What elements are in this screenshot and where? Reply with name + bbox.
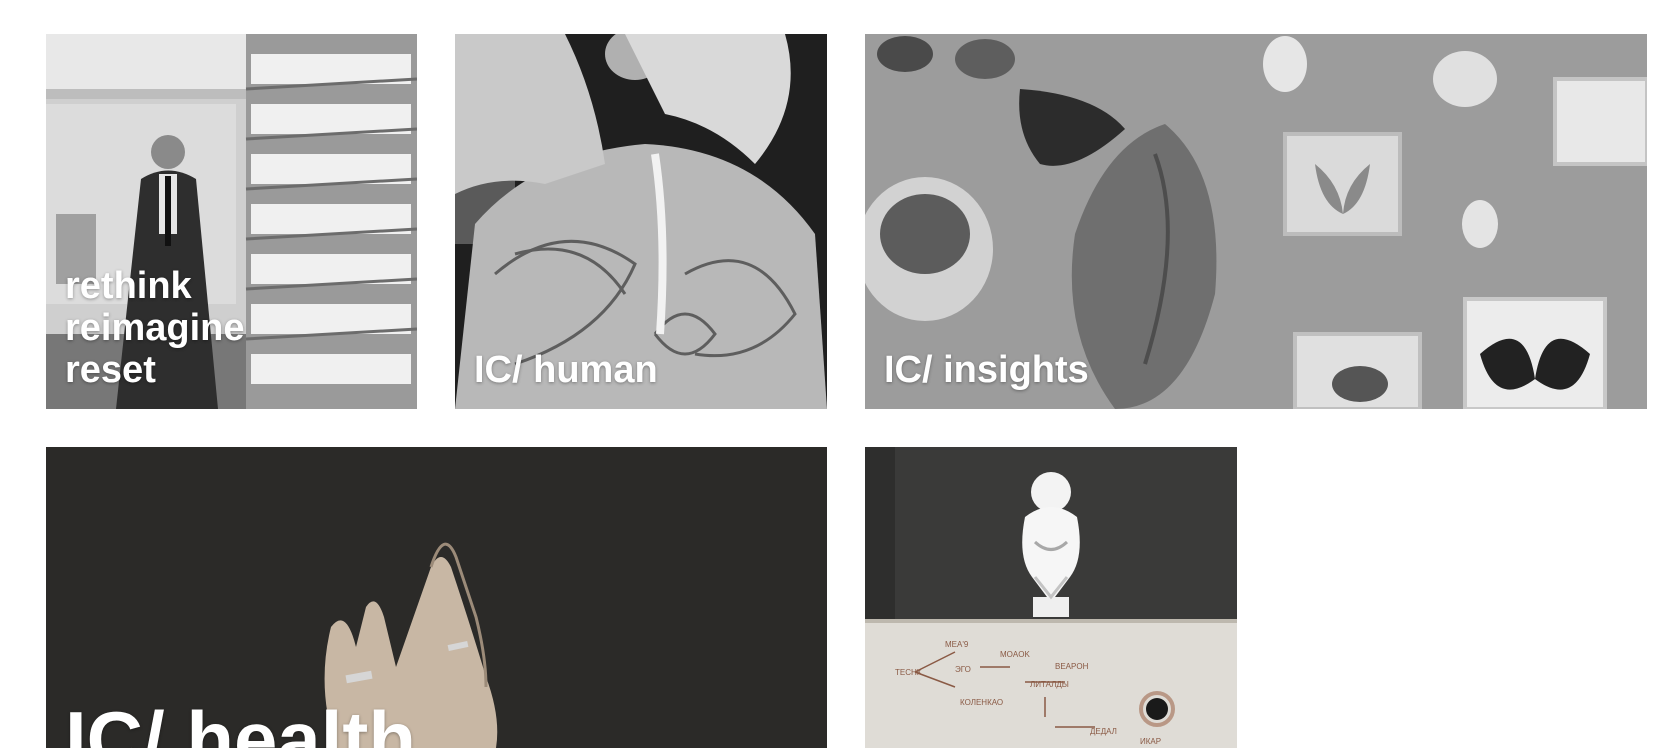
tile-rethink-caption: rethink reimagine reset bbox=[65, 265, 245, 391]
svg-text:ЭГО: ЭГО bbox=[955, 665, 971, 674]
tile-human[interactable]: IC/ human bbox=[455, 34, 827, 409]
tile-rethink[interactable]: rethink reimagine reset bbox=[46, 34, 417, 409]
svg-text:TECHK: TECHK bbox=[895, 668, 923, 677]
tile-human-caption: IC/ human bbox=[474, 349, 658, 391]
tile-health[interactable]: IC/ health bbox=[46, 447, 827, 748]
caption-line: rethink bbox=[65, 265, 192, 307]
tile-sculpture[interactable]: TECHK MEA'9 ЭГО MOAOK BEAPOH ЛИТАЛДЫ КОЛ… bbox=[865, 447, 1237, 748]
tile-insights[interactable]: IC/ insights bbox=[865, 34, 1647, 409]
svg-text:MEA'9: MEA'9 bbox=[945, 640, 969, 649]
tile-insights-caption: IC/ insights bbox=[884, 349, 1089, 391]
svg-text:BEAPOH: BEAPOH bbox=[1055, 662, 1089, 671]
caption-line: reset bbox=[65, 349, 156, 391]
tile-grid: rethink reimagine reset IC/ human IC/ in… bbox=[0, 0, 1667, 748]
svg-text:КОЛЕНКАО: КОЛЕНКАО bbox=[960, 698, 1003, 707]
svg-text:ИКАР: ИКАР bbox=[1140, 737, 1161, 746]
svg-text:MOAOK: MOAOK bbox=[1000, 650, 1030, 659]
tile-health-caption: IC/ health bbox=[65, 695, 417, 748]
caption-line: reimagine bbox=[65, 307, 245, 349]
svg-text:ДЕДАЛ: ДЕДАЛ bbox=[1090, 727, 1117, 736]
svg-text:ЛИТАЛДЫ: ЛИТАЛДЫ bbox=[1030, 680, 1069, 689]
sculpture-photo: TECHK MEA'9 ЭГО MOAOK BEAPOH ЛИТАЛДЫ КОЛ… bbox=[865, 447, 1237, 748]
